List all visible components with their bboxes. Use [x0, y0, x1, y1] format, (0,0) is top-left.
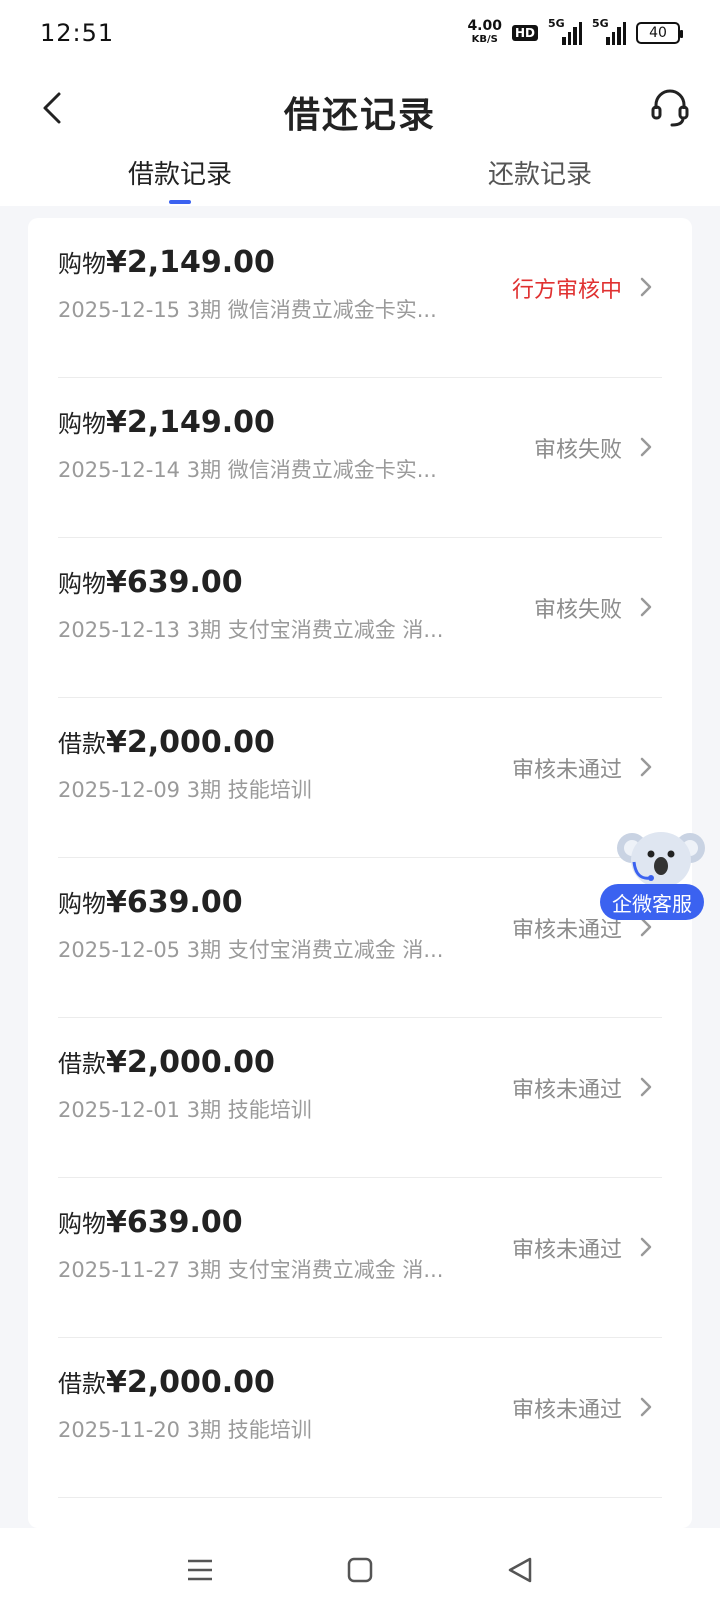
record-kind: 购物 — [58, 1210, 106, 1238]
record-amount: ¥639.00 — [106, 885, 243, 920]
record-details: 2025-12-13 3期 支付宝消费立减金 消... — [58, 618, 444, 642]
record-row[interactable]: 借款¥2,000.00 2025-12-01 3期 技能培训 审核未通过 — [58, 1018, 662, 1178]
back-nav-button[interactable] — [500, 1550, 540, 1590]
signal-icon-sim2: 5G — [592, 17, 626, 45]
network-speed: 4.00 KB/S — [467, 18, 502, 45]
system-nav-bar — [0, 1528, 720, 1612]
record-title: 借款¥2,000.00 — [58, 1364, 275, 1400]
status-icons: 4.00 KB/S HD 5G 5G 40 — [467, 17, 683, 46]
chevron-right-icon — [636, 1074, 656, 1100]
record-title: 购物¥639.00 — [58, 1204, 243, 1240]
record-title: 购物¥639.00 — [58, 884, 243, 920]
record-kind: 借款 — [58, 1050, 106, 1078]
record-kind: 购物 — [58, 410, 106, 438]
battery-icon: 40 — [636, 22, 683, 44]
chevron-right-icon — [636, 1234, 656, 1260]
record-amount: ¥2,149.00 — [106, 245, 275, 280]
status-time: 12:51 — [40, 19, 115, 47]
record-title: 借款¥2,000.00 — [58, 724, 275, 760]
record-status: 审核未通过 — [511, 1078, 622, 1103]
record-status: 审核未通过 — [511, 758, 622, 783]
record-row[interactable]: 购物¥639.00 2025-11-27 3期 支付宝消费立减金 消... 审核未通… — [58, 1178, 662, 1338]
menu-icon — [188, 1559, 212, 1581]
record-details: 2025-12-05 3期 支付宝消费立减金 消... — [58, 938, 444, 962]
record-details: 2025-11-20 3期 技能培训 — [58, 1418, 312, 1442]
record-details: 2025-12-09 3期 技能培训 — [58, 778, 312, 802]
record-row[interactable]: 借款¥2,000.00 2025-11-20 3期 技能培训 审核未通过 — [58, 1338, 662, 1498]
record-details: 2025-12-01 3期 技能培训 — [58, 1098, 312, 1122]
record-amount: ¥639.00 — [106, 1205, 243, 1240]
status-bar: 12:51 4.00 KB/S HD 5G 5G 40 — [0, 0, 720, 66]
record-row[interactable]: 购物¥2,149.00 2025-12-15 3期 微信消费立减金卡实... 行方审… — [58, 218, 662, 378]
records-list: 购物¥2,149.00 2025-12-15 3期 微信消费立减金卡实... 行方审… — [28, 218, 692, 1528]
home-square-icon — [347, 1557, 373, 1583]
record-title: 购物¥2,149.00 — [58, 244, 275, 280]
record-amount: ¥2,000.00 — [106, 1045, 275, 1080]
record-details: 2025-12-14 3期 微信消费立减金卡实... — [58, 458, 437, 482]
record-row[interactable]: 购物¥639.00 2025-12-13 3期 支付宝消费立减金 消... 审核失败 — [58, 538, 662, 698]
record-details: 2025-12-15 3期 微信消费立减金卡实... — [58, 298, 437, 322]
record-tabs: 借款记录 还款记录 — [0, 154, 720, 206]
menu-button[interactable] — [180, 1550, 220, 1590]
active-tab-indicator — [169, 200, 191, 204]
record-status: 审核失败 — [533, 438, 622, 463]
customer-support-button[interactable] — [648, 84, 692, 132]
chevron-right-icon — [636, 434, 656, 460]
record-amount: ¥2,149.00 — [106, 405, 275, 440]
record-kind: 购物 — [58, 250, 106, 278]
tab-borrow-records[interactable]: 借款记录 — [60, 154, 300, 191]
record-title: 购物¥2,149.00 — [58, 404, 275, 440]
record-status: 审核未通过 — [511, 1398, 622, 1423]
record-amount: ¥2,000.00 — [106, 1365, 275, 1400]
record-status: 审核失败 — [533, 598, 622, 623]
record-amount: ¥2,000.00 — [106, 725, 275, 760]
record-kind: 借款 — [58, 730, 106, 758]
record-title: 借款¥2,000.00 — [58, 1044, 275, 1080]
back-triangle-icon — [508, 1557, 532, 1583]
record-row[interactable]: 借款¥2,000.00 2025-12-09 3期 技能培训 审核未通过 — [58, 698, 662, 858]
chevron-right-icon — [636, 274, 656, 300]
record-row[interactable]: 购物¥2,149.00 2025-12-14 3期 微信消费立减金卡实... 审核失… — [58, 378, 662, 538]
record-kind: 借款 — [58, 1370, 106, 1398]
chevron-right-icon — [636, 594, 656, 620]
chevron-right-icon — [636, 1394, 656, 1420]
floating-customer-service[interactable]: 企微客服 — [600, 822, 720, 922]
record-kind: 购物 — [58, 570, 106, 598]
tab-repay-records[interactable]: 还款记录 — [420, 154, 660, 191]
signal-icon-sim1: 5G — [548, 17, 582, 45]
record-status: 审核未通过 — [511, 1238, 622, 1263]
hd-icon: HD — [511, 25, 538, 41]
page-title: 借还记录 — [283, 95, 436, 136]
record-row[interactable]: 购物¥639.00 2025-12-05 3期 支付宝消费立减金 消... 审核未通… — [58, 858, 662, 1018]
record-details: 2025-11-27 3期 支付宝消费立减金 消... — [58, 1258, 444, 1282]
home-button[interactable] — [340, 1550, 380, 1590]
customer-service-label[interactable]: 企微客服 — [600, 884, 704, 920]
record-title: 购物¥639.00 — [58, 564, 243, 600]
record-amount: ¥639.00 — [106, 565, 243, 600]
headset-icon — [651, 89, 689, 127]
chevron-right-icon — [636, 754, 656, 780]
record-status: 行方审核中 — [511, 278, 622, 303]
record-kind: 购物 — [58, 890, 106, 918]
header: 借还记录 借款记录 还款记录 — [0, 66, 720, 206]
